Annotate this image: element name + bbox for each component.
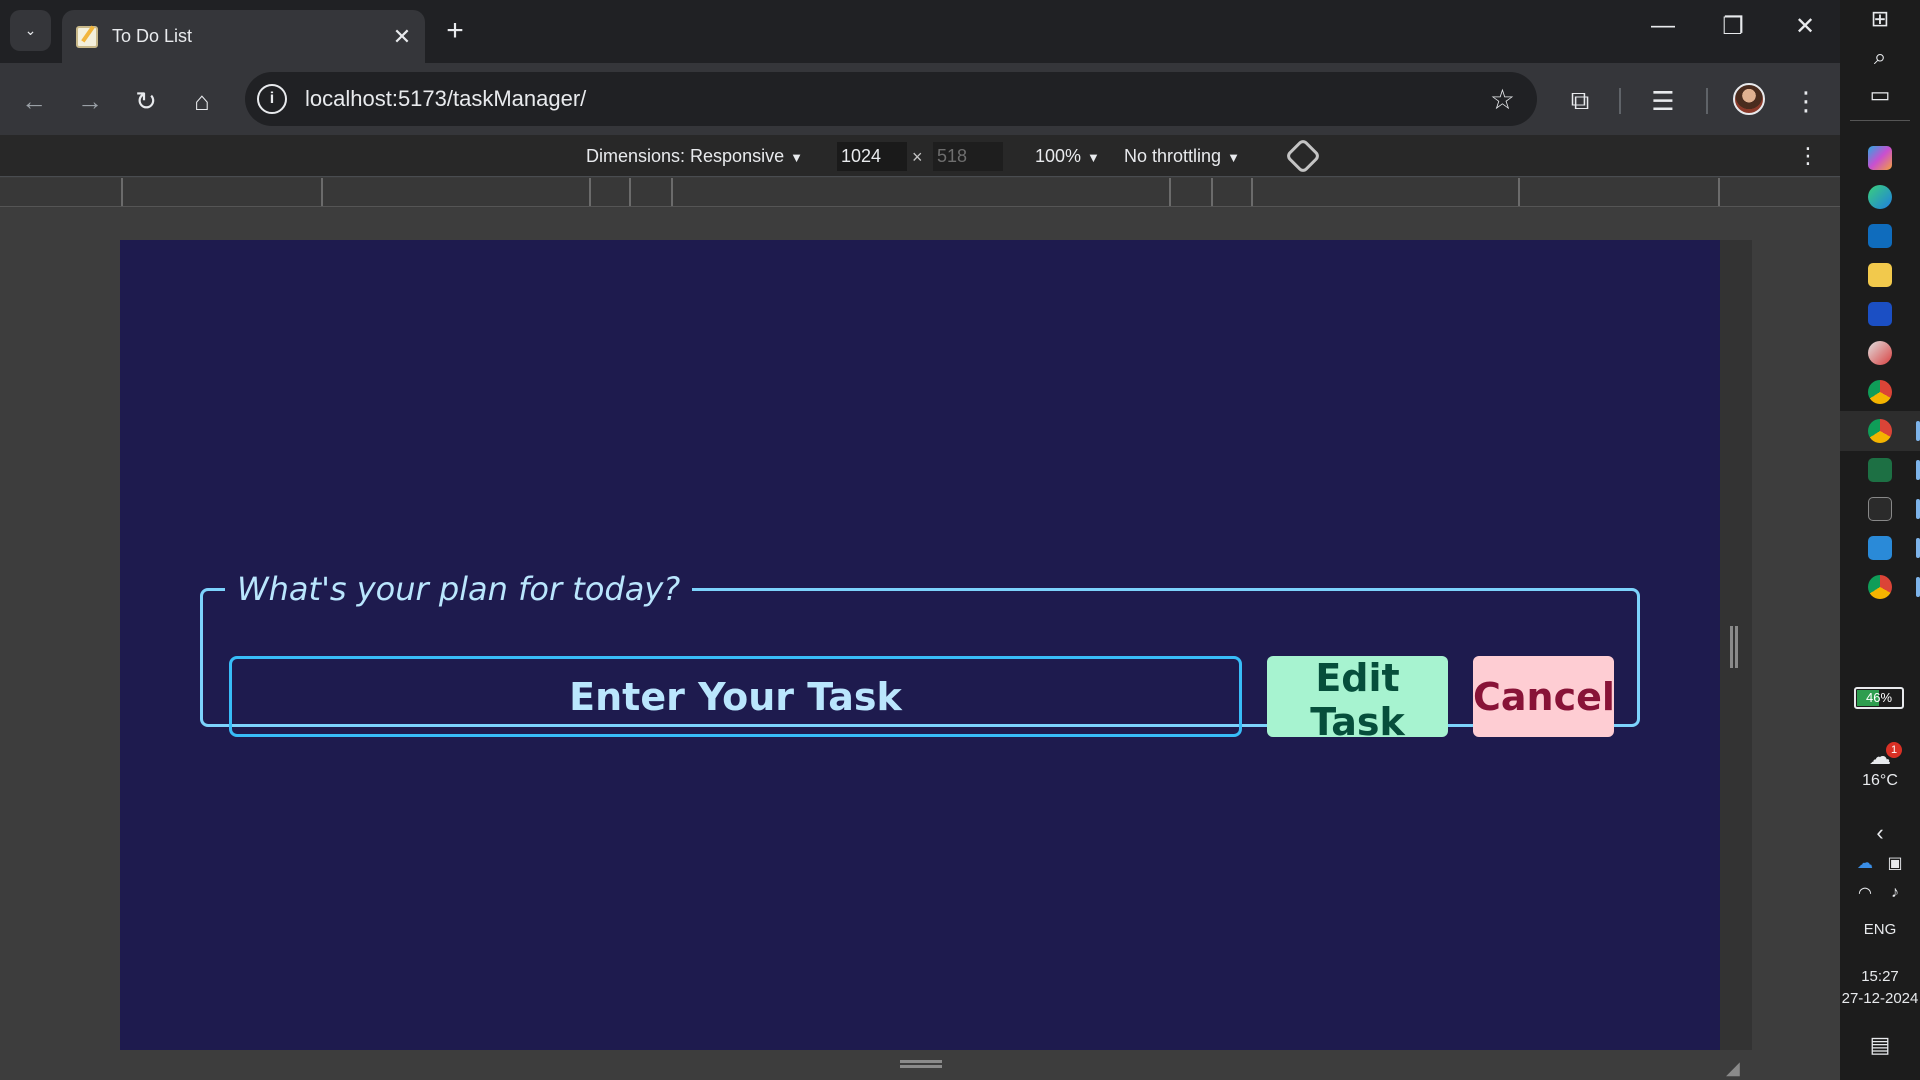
language-indicator[interactable]: ENG: [1840, 921, 1920, 938]
close-window-button[interactable]: ✕: [1780, 12, 1830, 41]
ruler-tick: [1169, 178, 1171, 206]
height-resize-handle[interactable]: [900, 1060, 942, 1068]
onedrive-icon[interactable]: ☁: [1850, 848, 1880, 878]
dimensions-dropdown[interactable]: Dimensions: Responsive ▼: [586, 146, 803, 167]
width-input[interactable]: 1024: [837, 142, 907, 171]
ruler-tick: [1211, 178, 1213, 206]
ruler-tick: [629, 178, 631, 206]
terminal-icon[interactable]: [1868, 497, 1892, 521]
forward-arrow-icon[interactable]: →: [70, 81, 110, 121]
weather-temperature[interactable]: 16°C: [1840, 772, 1920, 790]
bookmark-star-icon[interactable]: ☆: [1490, 83, 1515, 116]
caret-down-icon: ▼: [790, 150, 803, 165]
chrome-profile-icon[interactable]: [1868, 419, 1892, 443]
vscode-icon[interactable]: [1868, 536, 1892, 560]
times-icon: ×: [912, 147, 923, 167]
width-resize-handle[interactable]: [1730, 626, 1738, 668]
throttling-dropdown[interactable]: No throttling ▼: [1124, 146, 1240, 167]
media-query-ruler[interactable]: [0, 178, 1840, 207]
edge-icon[interactable]: [1868, 185, 1892, 209]
running-indicator: [1916, 460, 1920, 480]
ruler-tick: [1718, 178, 1720, 206]
file-explorer-icon[interactable]: [1868, 263, 1892, 287]
copilot-icon[interactable]: [1868, 146, 1892, 170]
caret-down-icon: ▼: [1087, 150, 1100, 165]
windows-start-icon[interactable]: ⊞: [1865, 4, 1895, 34]
running-indicator: [1916, 538, 1920, 558]
chrome-icon[interactable]: [1868, 380, 1892, 404]
windows-taskbar: ⊞ ⌕ ▭ 46% ☁ 1 16°C ‹ ☁ ▣ ◠ ♪ ENG 15:27 2…: [1840, 0, 1920, 1080]
ruler-tick: [1518, 178, 1520, 206]
chevron-left-icon[interactable]: ‹: [1865, 818, 1895, 848]
weather-badge: 1: [1886, 742, 1902, 758]
tab-title: To Do List: [112, 26, 193, 46]
reading-list-icon[interactable]: ☰: [1643, 81, 1683, 121]
url-text[interactable]: localhost:5173/taskManager/: [305, 86, 1490, 112]
close-tab-icon[interactable]: ✕: [387, 24, 417, 50]
back-arrow-icon[interactable]: ←: [14, 81, 54, 121]
wifi-icon[interactable]: ◠: [1850, 878, 1880, 908]
extensions-puzzle-icon[interactable]: ⧉: [1560, 81, 1600, 121]
profile-avatar[interactable]: [1733, 83, 1765, 115]
tab-strip: ⌄ To Do List ✕ + — ❐ ✕: [0, 0, 1840, 63]
battery-saver-icon[interactable]: ▣: [1880, 848, 1910, 878]
page-viewport: What's your plan for today? Edit Task Ca…: [120, 240, 1720, 1050]
throttling-label: No throttling: [1124, 146, 1222, 166]
plan-legend: What's your plan for today?: [237, 570, 681, 608]
chrome-alt-icon[interactable]: [1868, 575, 1892, 599]
rotate-icon[interactable]: [1284, 137, 1322, 175]
restore-button[interactable]: ❐: [1708, 12, 1758, 41]
device-emulation-area: What's your plan for today? Edit Task Ca…: [0, 208, 1840, 1080]
corner-resize-icon[interactable]: ◢: [1726, 1058, 1740, 1079]
running-indicator: [1916, 421, 1920, 441]
caret-down-icon: ▼: [1227, 150, 1240, 165]
search-icon[interactable]: ⌕: [1865, 42, 1895, 72]
tab-to-do-list[interactable]: To Do List ✕: [62, 10, 425, 63]
chevron-down-icon: ⌄: [24, 22, 37, 38]
battery-percent: 46%: [1865, 690, 1893, 705]
ruler-tick: [589, 178, 591, 206]
clock-date[interactable]: 27-12-2024: [1840, 990, 1920, 1007]
browser-toolbar: ← → ↻ ⌂ i localhost:5173/taskManager/ ☆ …: [0, 63, 1840, 135]
menu-kebab-icon[interactable]: ⋮: [1786, 81, 1826, 121]
running-indicator: [1916, 499, 1920, 519]
site-info-icon[interactable]: i: [257, 84, 287, 114]
snipping-tool-icon[interactable]: [1868, 341, 1892, 365]
l-app-icon[interactable]: [1868, 302, 1892, 326]
reload-icon[interactable]: ↻: [126, 81, 166, 121]
cancel-button[interactable]: Cancel: [1473, 656, 1615, 737]
outlook-icon[interactable]: [1868, 224, 1892, 248]
home-icon[interactable]: ⌂: [182, 81, 222, 121]
clock-time[interactable]: 15:27: [1840, 968, 1920, 985]
address-bar[interactable]: i localhost:5173/taskManager/ ☆: [245, 72, 1537, 126]
ruler-tick: [1251, 178, 1253, 206]
ruler-tick: [671, 178, 673, 206]
task-input[interactable]: [229, 656, 1242, 737]
device-more-icon[interactable]: ⋮: [1797, 143, 1819, 169]
dimensions-label: Dimensions: Responsive: [586, 146, 785, 166]
ruler-tick: [321, 178, 323, 206]
task-form: What's your plan for today? Edit Task Ca…: [200, 570, 1640, 744]
toolbar-divider: [1619, 88, 1621, 114]
notifications-icon[interactable]: ▤: [1865, 1030, 1895, 1060]
zoom-dropdown[interactable]: 100% ▼: [1035, 146, 1100, 167]
minimize-button[interactable]: —: [1638, 12, 1688, 40]
browser-window: ⌄ To Do List ✕ + — ❐ ✕ ← → ↻ ⌂ i localho…: [0, 0, 1840, 1080]
excel-icon[interactable]: [1868, 458, 1892, 482]
device-toolbar: Dimensions: Responsive ▼ 1024 × 518 100% ▼…: [0, 135, 1840, 177]
new-tab-button[interactable]: +: [440, 14, 470, 48]
tab-search-button[interactable]: ⌄: [10, 10, 51, 51]
toolbar-divider: [1706, 88, 1708, 114]
ruler-tick: [121, 178, 123, 206]
edit-task-button[interactable]: Edit Task: [1267, 656, 1448, 744]
height-input[interactable]: 518: [933, 142, 1003, 171]
taskbar-divider: [1850, 120, 1910, 121]
zoom-label: 100%: [1035, 146, 1082, 166]
notepad-favicon-icon: [76, 25, 98, 48]
battery-indicator[interactable]: 46%: [1854, 687, 1904, 709]
task-view-icon[interactable]: ▭: [1865, 80, 1895, 110]
running-indicator: [1916, 577, 1920, 597]
volume-icon[interactable]: ♪: [1880, 878, 1910, 908]
